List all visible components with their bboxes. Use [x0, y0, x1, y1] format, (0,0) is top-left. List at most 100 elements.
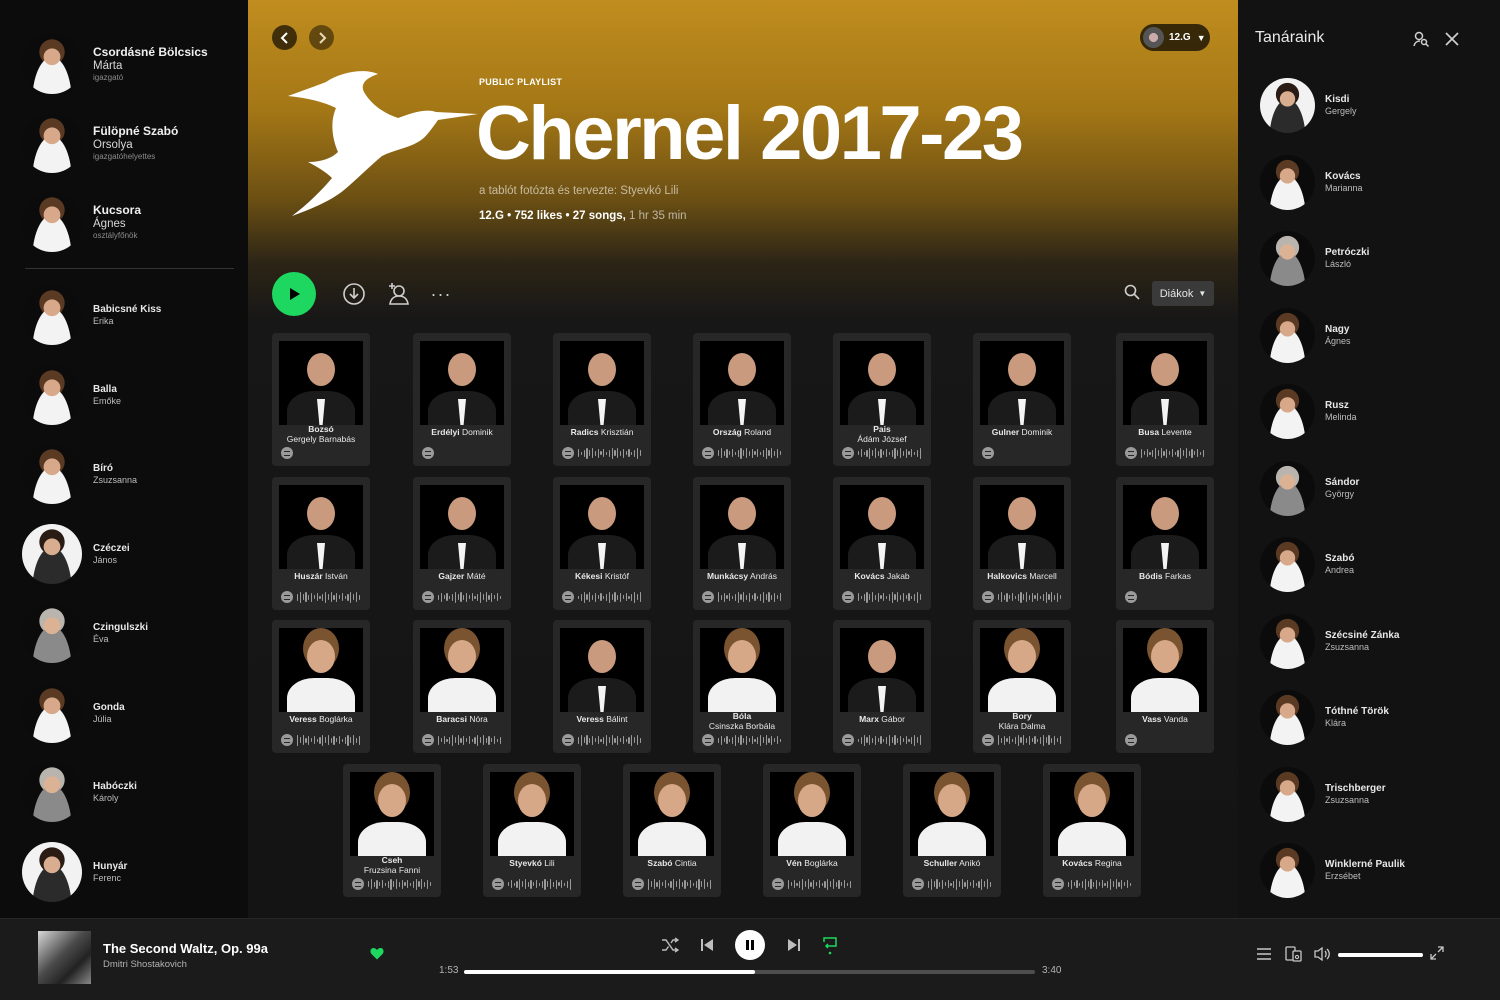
teacher-item[interactable]: Nagy Ágnes	[1260, 307, 1351, 363]
spotify-code	[562, 446, 642, 460]
volume-slider[interactable]	[1338, 953, 1423, 957]
search-people-button[interactable]	[1412, 30, 1430, 48]
avatar	[22, 603, 82, 663]
code-bar	[319, 595, 321, 599]
student-photo	[420, 485, 504, 569]
student-card[interactable]: Kovács Jakab	[833, 477, 931, 610]
code-bar	[404, 882, 406, 886]
student-card[interactable]: Veress Bálint	[553, 620, 651, 753]
student-card[interactable]: Marx Gábor	[833, 620, 931, 753]
student-card[interactable]: Szabó Cintia	[623, 764, 721, 897]
shuffle-button[interactable]	[660, 935, 680, 955]
code-bar	[838, 879, 840, 889]
staff-given: Ágnes	[93, 217, 126, 230]
avatar	[1260, 384, 1315, 439]
student-photo	[420, 628, 504, 712]
spotify-logo-icon	[842, 734, 854, 746]
teacher-item[interactable]: Szabó Andrea	[1260, 537, 1354, 592]
code-bar	[449, 736, 451, 744]
student-card[interactable]: Busa Levente	[1116, 333, 1214, 466]
student-card[interactable]: Cseh Fruzsina Fanni	[343, 764, 441, 897]
code-bar	[667, 882, 669, 886]
devices-button[interactable]	[1285, 946, 1303, 964]
code-bar	[393, 881, 395, 887]
student-name: Bory Klára Dalma	[975, 711, 1069, 731]
previous-button[interactable]	[697, 935, 717, 955]
staff-item[interactable]: Csordásné Bölcsics Márta igazgató	[22, 34, 208, 94]
teacher-item[interactable]: Balla Emőke	[22, 365, 121, 425]
student-card[interactable]: Bozsó Gergely Barnabás	[272, 333, 370, 466]
code-bar	[1112, 881, 1115, 887]
code-bars	[998, 591, 1062, 603]
student-card[interactable]: Kovács Regina	[1043, 764, 1141, 897]
staff-item[interactable]: Kucsora Ágnes osztályfőnök	[22, 192, 141, 252]
student-card[interactable]: Kékesi Kristóf	[553, 477, 651, 610]
student-card[interactable]: Bódis Farkas	[1116, 477, 1214, 610]
teacher-item[interactable]: Trischberger Zsuzsanna	[1260, 766, 1386, 822]
student-card[interactable]: Gajzer Máté	[413, 477, 511, 610]
student-card[interactable]: Styevkó Lili	[483, 764, 581, 897]
student-card[interactable]: Halkovics Marcell	[973, 477, 1071, 610]
student-surname: Gajzer	[438, 571, 465, 581]
teacher-item[interactable]: Hunyár Ferenc	[22, 842, 127, 902]
avatar	[22, 192, 82, 252]
teacher-item[interactable]: Tóthné Török Klára	[1260, 690, 1389, 745]
progress-bar[interactable]	[464, 970, 1035, 974]
code-bar	[474, 595, 476, 599]
teacher-item[interactable]: Kisdi Gergely	[1260, 78, 1357, 133]
teacher-item[interactable]: Sándor György	[1260, 460, 1359, 516]
student-card[interactable]: Ország Roland	[693, 333, 791, 466]
student-card[interactable]: Bory Klára Dalma	[973, 620, 1071, 753]
code-bar	[885, 736, 888, 744]
code-bar	[779, 593, 781, 601]
student-card[interactable]: Munkácsy András	[693, 477, 791, 610]
album-cover[interactable]	[38, 931, 91, 984]
student-card[interactable]: Bóla Csinszka Borbála	[693, 620, 791, 753]
song-title[interactable]: The Second Waltz, Op. 99a	[103, 941, 268, 956]
close-button[interactable]	[1443, 30, 1461, 48]
teacher-item[interactable]: Czingulszki Éva	[22, 603, 148, 663]
pause-button[interactable]	[735, 930, 765, 960]
teacher-item[interactable]: Szécsiné Zánka Zsuzsanna	[1260, 613, 1399, 669]
student-name: Vén Boglárka	[765, 858, 859, 868]
student-card[interactable]: Erdélyi Dominik	[413, 333, 511, 466]
student-card[interactable]: Vén Boglárka	[763, 764, 861, 897]
student-card[interactable]: Baracsi Nóra	[413, 620, 511, 753]
student-name: Kovács Regina	[1045, 858, 1139, 868]
repeat-button[interactable]	[820, 935, 840, 955]
teacher-item[interactable]: Babicsné Kiss Erika	[22, 285, 161, 345]
student-given: Roland	[744, 427, 772, 437]
next-button[interactable]	[784, 935, 804, 955]
teacher-item[interactable]: Rusz Melinda	[1260, 384, 1357, 439]
teacher-surname: Nagy	[1325, 323, 1350, 335]
song-artist[interactable]: Dmitri Shostakovich	[103, 959, 187, 970]
code-bar	[1070, 879, 1073, 889]
student-card[interactable]: Radics Krisztián	[553, 333, 651, 466]
fullscreen-button[interactable]	[1430, 946, 1448, 964]
teacher-item[interactable]: Winklerné Paulik Erzsébet	[1260, 843, 1405, 898]
teacher-item[interactable]: Czéczei János	[22, 524, 130, 584]
staff-item[interactable]: Fülöpné Szabó Orsolya igazgatóhelyettes	[22, 113, 178, 173]
student-card[interactable]: Vass Vanda	[1116, 620, 1214, 753]
code-bar	[297, 593, 299, 601]
tie-shape	[317, 399, 325, 425]
teacher-item[interactable]: Kovács Marianna	[1260, 154, 1363, 210]
student-card[interactable]: Pais Ádám József	[833, 333, 931, 466]
teacher-item[interactable]: Petróczki László	[1260, 231, 1369, 286]
teacher-surname: Habóczki	[93, 781, 137, 793]
teacher-item[interactable]: Bíró Zsuzsanna	[22, 444, 137, 504]
queue-button[interactable]	[1256, 946, 1274, 964]
teacher-item[interactable]: Habóczki Károly	[22, 762, 137, 822]
teacher-given: Károly	[93, 792, 119, 803]
teacher-item[interactable]: Gonda Júlia	[22, 683, 125, 743]
volume-button[interactable]	[1314, 946, 1332, 964]
code-bar	[426, 879, 429, 889]
code-bar	[597, 736, 599, 744]
student-card[interactable]: Huszár István	[272, 477, 370, 610]
code-bars	[718, 734, 782, 746]
student-card[interactable]: Veress Boglárka	[272, 620, 370, 753]
student-card[interactable]: Gulner Dominik	[973, 333, 1071, 466]
code-bar	[401, 879, 403, 889]
like-button[interactable]	[370, 947, 384, 961]
student-card[interactable]: Schuller Anikó	[903, 764, 1001, 897]
